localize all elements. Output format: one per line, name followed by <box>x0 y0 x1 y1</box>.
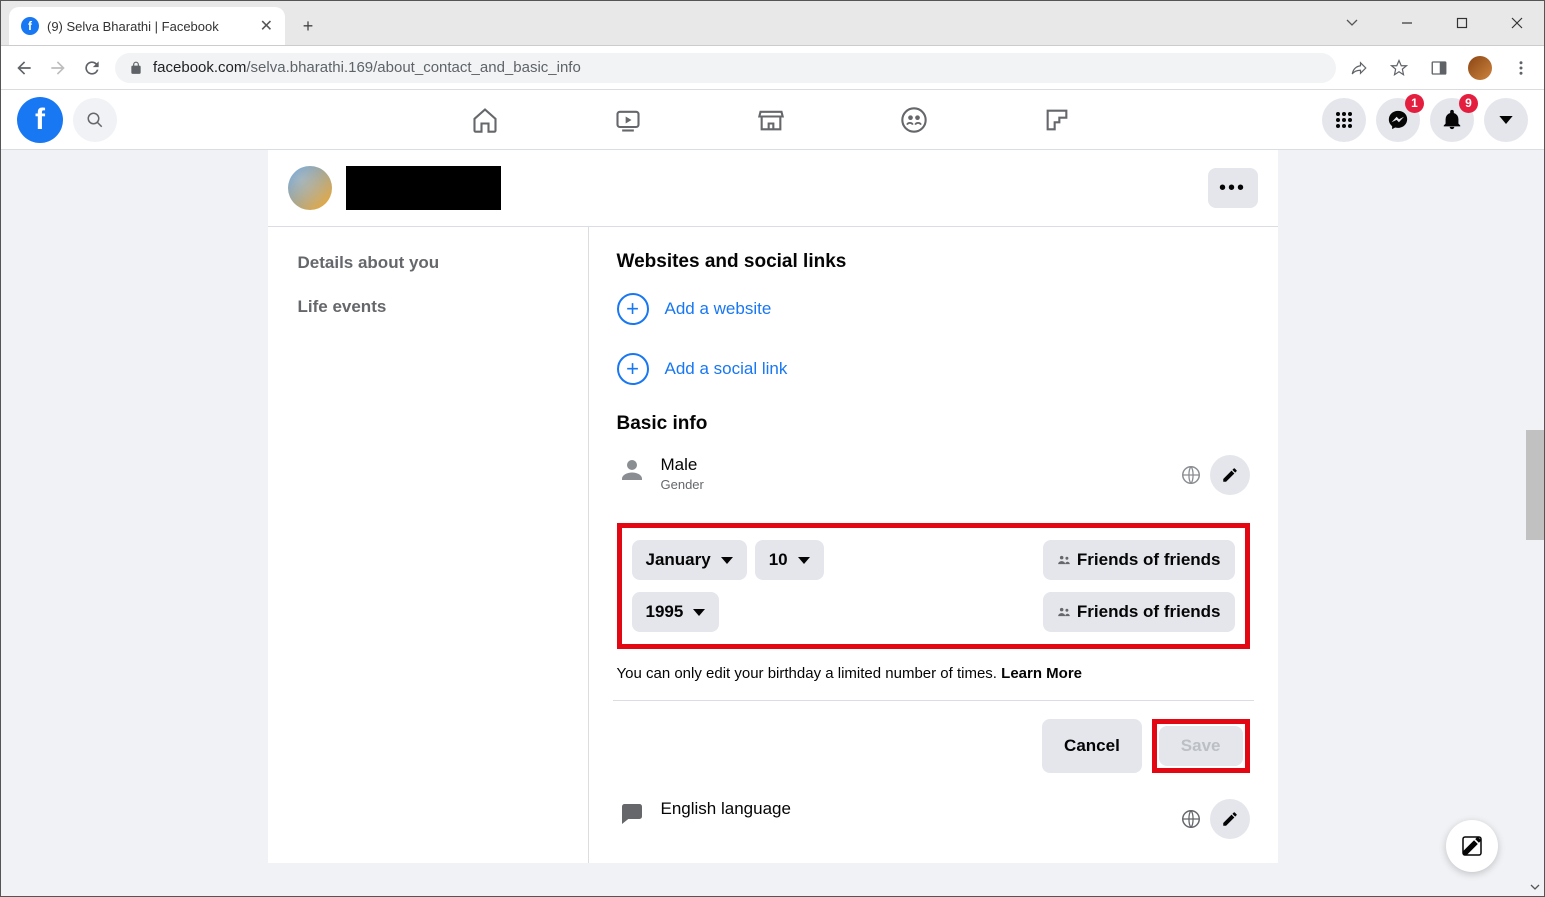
edit-gender-button[interactable] <box>1210 455 1250 495</box>
profile-header-bar: ••• <box>268 150 1278 227</box>
share-icon[interactable] <box>1348 57 1370 79</box>
address-bar[interactable]: facebook.com/selva.bharathi.169/about_co… <box>115 53 1336 83</box>
friends-icon <box>1057 553 1071 567</box>
birthday-edit-highlight: January 10 Friends of friends 1995 Frien… <box>617 523 1250 649</box>
messenger-button[interactable]: 1 <box>1376 98 1420 142</box>
tab-title: (9) Selva Bharathi | Facebook <box>47 19 219 34</box>
forward-button[interactable] <box>47 57 69 79</box>
birthday-date-privacy[interactable]: Friends of friends <box>1043 540 1235 580</box>
compose-fab[interactable] <box>1446 820 1498 872</box>
sidebar-item-details[interactable]: Details about you <box>286 243 580 283</box>
edit-language-button[interactable] <box>1210 799 1250 839</box>
url-domain: facebook.com <box>153 59 246 76</box>
person-icon <box>617 455 647 485</box>
add-website-label: Add a website <box>665 299 772 319</box>
birthday-year-select[interactable]: 1995 <box>632 592 720 632</box>
caret-icon <box>721 557 733 564</box>
nav-watch[interactable] <box>560 92 695 148</box>
birthday-edit-note: You can only edit your birthday a limite… <box>617 665 1250 682</box>
scroll-down-button[interactable] <box>1526 878 1544 896</box>
save-button-highlight: Save <box>1152 719 1250 773</box>
plus-icon: + <box>617 353 649 385</box>
caret-icon <box>693 609 705 616</box>
profile-picture[interactable] <box>288 166 332 210</box>
facebook-header: f 1 9 <box>1 90 1544 150</box>
profile-name-redacted <box>346 166 501 210</box>
minimize-button[interactable] <box>1379 1 1434 46</box>
new-tab-button[interactable]: + <box>293 11 323 41</box>
friends-icon <box>1057 605 1071 619</box>
language-row: English language <box>617 799 1250 839</box>
nav-home[interactable] <box>417 92 552 148</box>
chevron-down-icon[interactable] <box>1324 1 1379 46</box>
more-options-button[interactable]: ••• <box>1208 168 1258 208</box>
scrollbar-thumb[interactable] <box>1526 430 1544 540</box>
facebook-favicon: f <box>21 17 39 35</box>
facebook-logo[interactable]: f <box>17 97 63 143</box>
chrome-profile-avatar[interactable] <box>1468 56 1492 80</box>
gender-label: Gender <box>661 477 1166 492</box>
messenger-badge: 1 <box>1405 94 1424 113</box>
url-path: /selva.bharathi.169/about_contact_and_ba… <box>246 59 580 76</box>
gender-row: Male Gender <box>617 455 1250 495</box>
nav-gaming[interactable] <box>989 92 1124 148</box>
browser-tab[interactable]: f (9) Selva Bharathi | Facebook ✕ <box>9 7 285 45</box>
about-sidebar: Details about you Life events <box>268 227 588 863</box>
menu-grid-button[interactable] <box>1322 98 1366 142</box>
notifications-button[interactable]: 9 <box>1430 98 1474 142</box>
reload-button[interactable] <box>81 57 103 79</box>
chrome-menu-button[interactable] <box>1510 57 1532 79</box>
window-titlebar: f (9) Selva Bharathi | Facebook ✕ + <box>1 1 1544 46</box>
caret-icon <box>798 557 810 564</box>
close-window-button[interactable] <box>1489 1 1544 46</box>
close-tab-icon[interactable]: ✕ <box>260 16 273 36</box>
globe-icon[interactable] <box>1180 808 1202 830</box>
sidepanel-icon[interactable] <box>1428 57 1450 79</box>
add-social-link-button[interactable]: + Add a social link <box>617 353 1250 385</box>
plus-icon: + <box>617 293 649 325</box>
cancel-button[interactable]: Cancel <box>1042 719 1142 773</box>
nav-marketplace[interactable] <box>703 92 838 148</box>
add-social-label: Add a social link <box>665 359 788 379</box>
add-website-button[interactable]: + Add a website <box>617 293 1250 325</box>
facebook-search-button[interactable] <box>73 98 117 142</box>
nav-groups[interactable] <box>846 92 981 148</box>
back-button[interactable] <box>13 57 35 79</box>
birthday-year-privacy[interactable]: Friends of friends <box>1043 592 1235 632</box>
divider <box>613 700 1254 701</box>
account-dropdown-button[interactable] <box>1484 98 1528 142</box>
birthday-day-select[interactable]: 10 <box>755 540 824 580</box>
sidebar-item-lifeevents[interactable]: Life events <box>286 287 580 327</box>
websites-section-title: Websites and social links <box>617 251 1250 273</box>
star-icon[interactable] <box>1388 57 1410 79</box>
browser-toolbar: facebook.com/selva.bharathi.169/about_co… <box>1 46 1544 90</box>
save-button[interactable]: Save <box>1159 726 1243 766</box>
globe-icon[interactable] <box>1180 464 1202 486</box>
birthday-month-select[interactable]: January <box>632 540 747 580</box>
chat-icon <box>617 799 647 829</box>
learn-more-link[interactable]: Learn More <box>1001 665 1082 682</box>
gender-value: Male <box>661 455 1166 475</box>
lock-icon <box>129 61 143 75</box>
notifications-badge: 9 <box>1459 94 1478 113</box>
maximize-button[interactable] <box>1434 1 1489 46</box>
basic-info-title: Basic info <box>617 413 1250 435</box>
language-value: English language <box>661 799 1166 819</box>
